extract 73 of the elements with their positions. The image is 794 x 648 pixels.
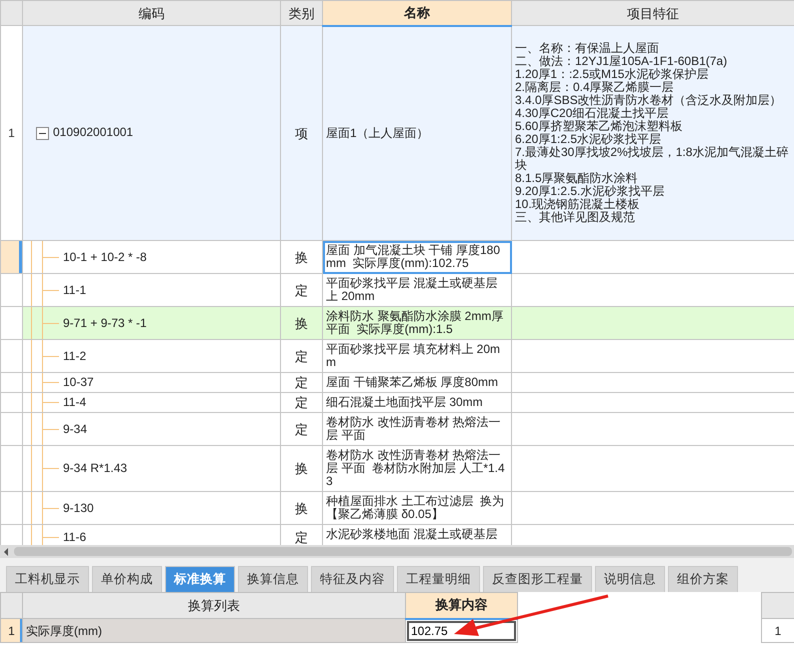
table-row[interactable]: 11-2 定 平面砂浆找平层 填充材料上 20mm [0,340,794,372]
row-number: 1 [762,618,794,642]
tab[interactable]: 特征及内容 [311,566,394,592]
tab[interactable]: 工程量明细 [397,566,480,592]
row-header[interactable] [0,240,22,274]
scrollbar[interactable] [0,545,794,558]
column-header[interactable]: 换算内容 [406,592,518,618]
tab[interactable]: 反查图形工程量 [483,566,592,592]
type-cell: 换 [280,240,322,274]
feature-line: 二、做法：12YJ1屋105A-1F1-60B1(7a) [515,55,728,68]
item-code: 9-130 [22,492,280,524]
feature-line: 4.30厚C20细石混凝土找平层 [515,107,670,120]
row-number: 1 [0,26,22,240]
item-code: 10-37 [22,372,280,392]
table-row[interactable]: 9-71 + 9-73 * -1 换 涂料防水 聚氨酯防水涂膜 2mm厚平面 实际厚度(mm):1.5 [0,306,794,340]
feature-line: 5.60厚挤塑聚苯乙烯泡沫塑料板 [515,120,684,133]
column-header[interactable]: 名称 [322,0,512,26]
name-cell: 细石混凝土地面找平层 30mm [322,392,512,412]
type-cell: 定 [280,372,322,392]
type-cell: 换 [280,446,322,492]
feature-line: 7.最薄处30厚找坡2%找坡层，1:8水泥加气混凝土碎块 [515,146,790,172]
type-cell: 换 [280,306,322,340]
tab[interactable]: 换算信息 [238,566,308,592]
item-code: 11-6 [22,524,280,545]
feature-line: 3.4.0厚SBS改性沥青防水卷材（含泛水及附加层） [515,94,783,107]
name-cell: 卷材防水 改性沥青卷材 热熔法一层 平面 卷材防水附加层 人工*1.43 [322,446,512,492]
name-cell: 涂料防水 聚氨酯防水涂膜 2mm厚平面 实际厚度(mm):1.5 [322,306,512,340]
feature-line: 8.1.5厚聚氨酯防水涂料 [515,172,639,185]
table-row[interactable]: 9-34 定 卷材防水 改性沥青卷材 热熔法一层 平面 [0,412,794,446]
column-header[interactable]: 编码 [22,0,280,26]
table-row[interactable]: 11-4 定 细石混凝土地面找平层 30mm [0,392,794,412]
row-header[interactable] [0,306,22,340]
column-header[interactable]: 类别 [280,0,322,26]
feature-line: 2.隔离层：0.4厚聚乙烯膜一层 [515,81,675,94]
name-cell: 平面砂浆找平层 填充材料上 20mm [322,340,512,372]
column-header[interactable]: 项目特征 [512,0,794,26]
type-cell: 换 [280,492,322,524]
row-number: 1 [0,618,22,642]
tab[interactable]: 组价方案 [668,566,738,592]
table-row[interactable]: 10-37 定 屋面 干铺聚苯乙烯板 厚度80mm [0,372,794,392]
name-cell: 种植屋面排水 土工布过滤层 换为【聚乙烯薄膜 δ0.05】 [322,492,512,524]
name-cell: 屋面 干铺聚苯乙烯板 厚度80mm [322,372,512,392]
feature-line: 1.20厚1：:2.5或M15水泥砂浆保护层 [515,68,708,81]
feature-line: 6.20厚1:2.5水泥砂浆找平层 [515,133,662,146]
collapse-icon[interactable] [36,126,49,140]
name-cell: 屋面 加气混凝土块 干铺 厚度180mm 实际厚度(mm):102.75 [322,240,512,274]
item-code: 9-71 + 9-73 * -1 [22,306,280,340]
table-row[interactable]: 10-1 + 10-2 * -8 换 屋面 加气混凝土块 干铺 厚度180mm 实际厚度(mm):102.75 [0,240,794,274]
type-cell: 项 [280,26,322,240]
type-cell: 定 [280,392,322,412]
type-cell: 定 [280,412,322,446]
tab[interactable]: 工料机显示 [6,566,89,592]
item-code: 9-34 [22,412,280,446]
item-code: 11-4 [22,392,280,412]
table-row[interactable]: 9-34 R*1.43 换 卷材防水 改性沥青卷材 热熔法一层 平面 卷材防水附加层 人工*1.43 [0,446,794,492]
table-row[interactable]: 11-1 定 平面砂浆找平层 混凝土或硬基层上 20mm [0,274,794,306]
tab[interactable]: 单价构成 [92,566,162,592]
column-header[interactable]: 换算列表 [22,592,406,618]
item-code: 11-1 [22,274,280,306]
conversion-item: 实际厚度(mm) [22,618,406,642]
feature-line: 10.现浇钢筋混凝土楼板 [515,198,641,211]
item-code: 11-2 [22,340,280,372]
feature-line: 9.20厚1:2.5.水泥砂浆找平层 [515,185,666,198]
name-cell: 卷材防水 改性沥青卷材 热熔法一层 平面 [322,412,512,446]
item-code: 010902001001 [53,125,134,140]
tab[interactable]: 说明信息 [595,566,665,592]
feature-line: 三、其他详见图及规范 [515,211,636,224]
table-row[interactable]: 9-130 换 种植屋面排水 土工布过滤层 换为【聚乙烯薄膜 δ0.05】 [0,492,794,524]
item-code: 9-34 R*1.43 [22,446,280,492]
item-code: 10-1 + 10-2 * -8 [22,240,280,274]
name-cell: 屋面1（上人屋面） [322,26,512,240]
feature-line: 一、名称：有保温上人屋面 [515,42,660,55]
type-cell: 定 [280,340,322,372]
